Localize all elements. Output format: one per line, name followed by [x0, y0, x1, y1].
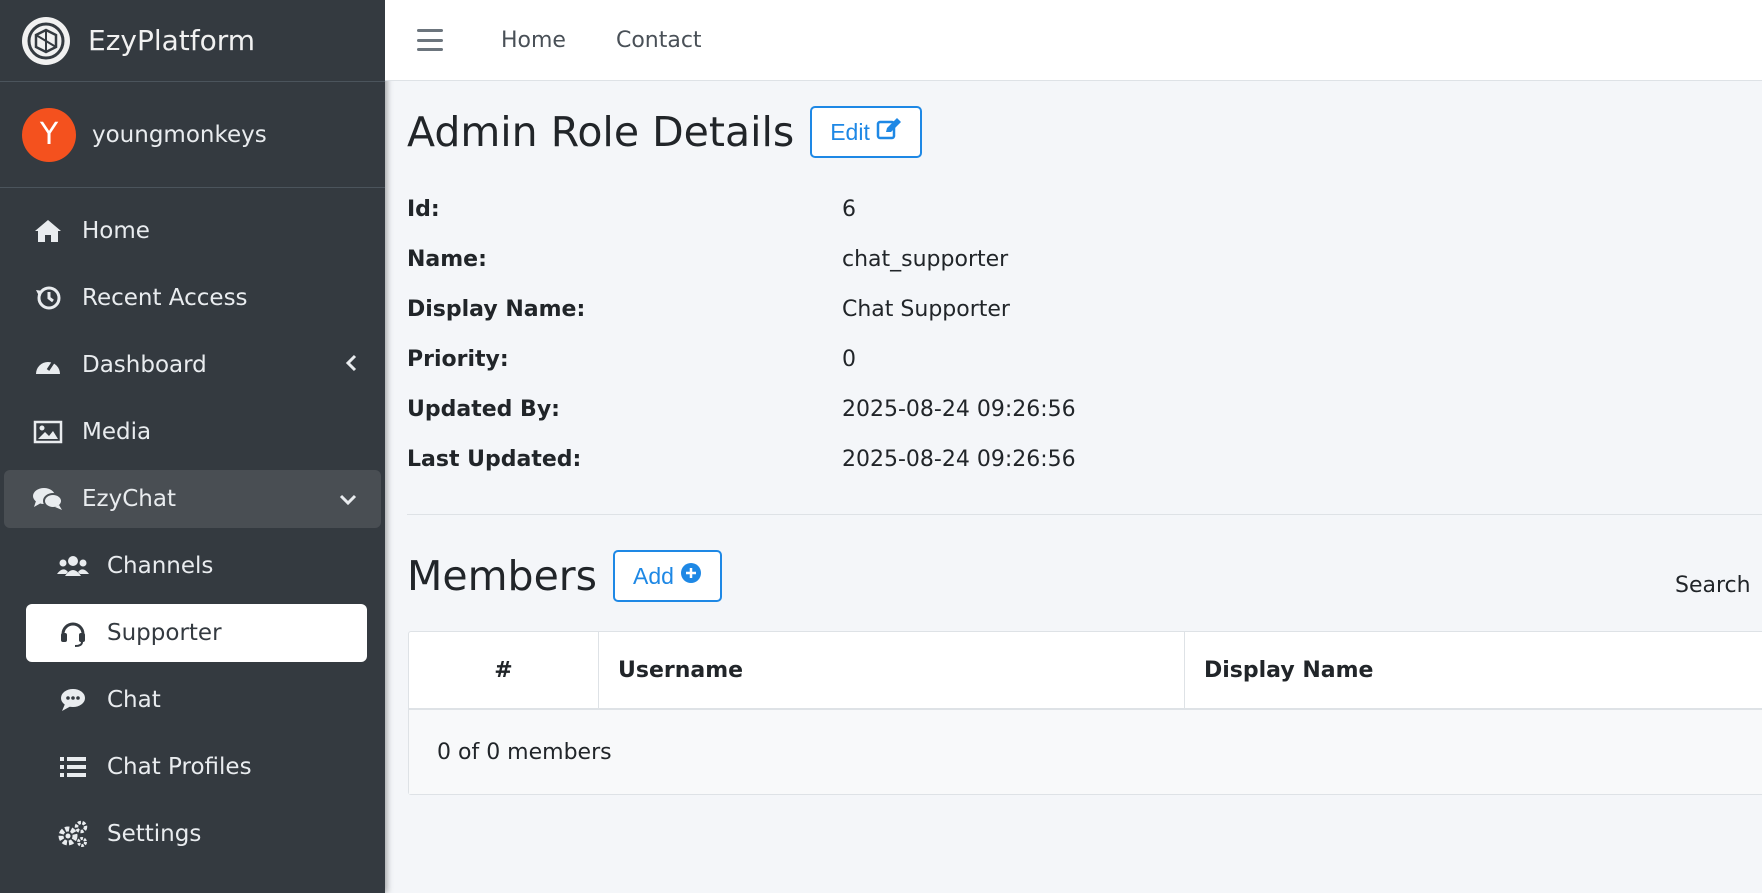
detail-label: Last Updated:	[407, 446, 582, 472]
detail-value: 0	[842, 346, 856, 372]
chat-bubble-icon	[57, 684, 89, 716]
detail-label: Id:	[407, 196, 440, 222]
sidebar-item-home[interactable]: Home	[4, 202, 381, 260]
detail-label: Name:	[407, 246, 487, 272]
add-member-button[interactable]: Add	[613, 550, 722, 602]
sidebar-item-label: Dashboard	[82, 352, 207, 378]
main-content: Admin Role Details Edit Id: 6 Name: chat…	[407, 80, 1762, 795]
details-header: Admin Role Details Edit	[407, 80, 1762, 184]
detail-row-id: Id: 6	[407, 184, 1762, 234]
nav-link-home[interactable]: Home	[501, 28, 566, 53]
sidebar-item-chat[interactable]: Chat	[4, 671, 381, 729]
detail-row-name: Name: chat_supporter	[407, 234, 1762, 284]
role-details: Id: 6 Name: chat_supporter Display Name:…	[407, 184, 1762, 484]
members-title: Members	[407, 552, 598, 600]
users-icon	[57, 550, 89, 582]
detail-value: 6	[842, 196, 856, 222]
detail-value: 2025-08-24 09:26:56	[842, 446, 1076, 472]
detail-row-last-updated: Last Updated: 2025-08-24 09:26:56	[407, 434, 1762, 484]
chevron-left-icon	[345, 352, 357, 378]
history-icon	[32, 282, 64, 314]
detail-value: chat_supporter	[842, 246, 1009, 272]
sidebar: EzyPlatform Y youngmonkeys Home Recent A…	[0, 0, 385, 893]
sidebar-item-ezychat[interactable]: EzyChat	[4, 470, 381, 528]
table-footer: 0 of 0 members	[409, 710, 1762, 794]
comments-icon	[32, 483, 64, 515]
sidebar-item-label: Chat	[107, 687, 161, 713]
sidebar-item-media[interactable]: Media	[4, 403, 381, 461]
gears-icon	[57, 818, 89, 850]
detail-value: Chat Supporter	[842, 296, 1010, 322]
add-button-label: Add	[633, 562, 674, 589]
edit-button[interactable]: Edit	[810, 106, 922, 158]
menu-toggle-icon[interactable]	[417, 29, 443, 51]
sidebar-item-label: EzyChat	[82, 486, 176, 512]
ezyplatform-logo-icon	[22, 16, 70, 65]
detail-row-priority: Priority: 0	[407, 334, 1762, 384]
search-label: Search	[1675, 573, 1751, 598]
column-header-display-name[interactable]: Display Name	[1185, 632, 1762, 708]
sidebar-item-label: Recent Access	[82, 285, 248, 311]
members-table: # Username Display Name 0 of 0 members	[408, 631, 1762, 795]
column-header-username[interactable]: Username	[599, 632, 1185, 708]
user-panel[interactable]: Y youngmonkeys	[0, 82, 385, 188]
sidebar-item-label: Settings	[107, 821, 202, 847]
members-header: Members Add	[407, 521, 1762, 631]
plus-circle-icon	[674, 562, 702, 590]
headset-icon	[57, 617, 89, 649]
sidebar-item-chat-profiles[interactable]: Chat Profiles	[4, 738, 381, 796]
sidebar-item-channels[interactable]: Channels	[4, 537, 381, 595]
sidebar-item-label: Chat Profiles	[107, 754, 252, 780]
chevron-down-icon	[339, 486, 357, 512]
section-divider	[407, 514, 1762, 515]
detail-label: Display Name:	[407, 296, 586, 322]
column-header-index[interactable]: #	[409, 632, 599, 708]
home-icon	[32, 215, 64, 247]
top-navbar: Home Contact	[385, 0, 1762, 81]
sidebar-item-recent-access[interactable]: Recent Access	[4, 269, 381, 327]
sidebar-item-label: Media	[82, 419, 152, 445]
list-icon	[57, 751, 89, 783]
edit-button-label: Edit	[830, 118, 870, 145]
sidebar-item-label: Home	[82, 218, 150, 244]
table-header: # Username Display Name	[409, 632, 1762, 710]
nav-link-contact[interactable]: Contact	[616, 28, 702, 53]
edit-icon	[870, 117, 902, 147]
username: youngmonkeys	[92, 121, 267, 148]
detail-label: Updated By:	[407, 396, 560, 422]
detail-row-display-name: Display Name: Chat Supporter	[407, 284, 1762, 334]
sidebar-nav: Home Recent Access Dashboard Media EzyCh…	[0, 188, 385, 863]
brand-name: EzyPlatform	[88, 24, 256, 57]
sidebar-item-label: Supporter	[107, 620, 222, 646]
sidebar-item-settings[interactable]: Settings	[4, 805, 381, 863]
brand-link[interactable]: EzyPlatform	[0, 0, 385, 82]
sidebar-item-supporter[interactable]: Supporter	[26, 604, 367, 662]
detail-label: Priority:	[407, 346, 509, 372]
detail-row-updated-by: Updated By: 2025-08-24 09:26:56	[407, 384, 1762, 434]
page-title: Admin Role Details	[407, 108, 795, 156]
avatar: Y	[22, 107, 76, 162]
sidebar-item-label: Channels	[107, 553, 214, 579]
detail-value: 2025-08-24 09:26:56	[842, 396, 1076, 422]
sidebar-item-dashboard[interactable]: Dashboard	[4, 336, 381, 394]
image-icon	[32, 416, 64, 448]
dashboard-icon	[32, 349, 64, 381]
